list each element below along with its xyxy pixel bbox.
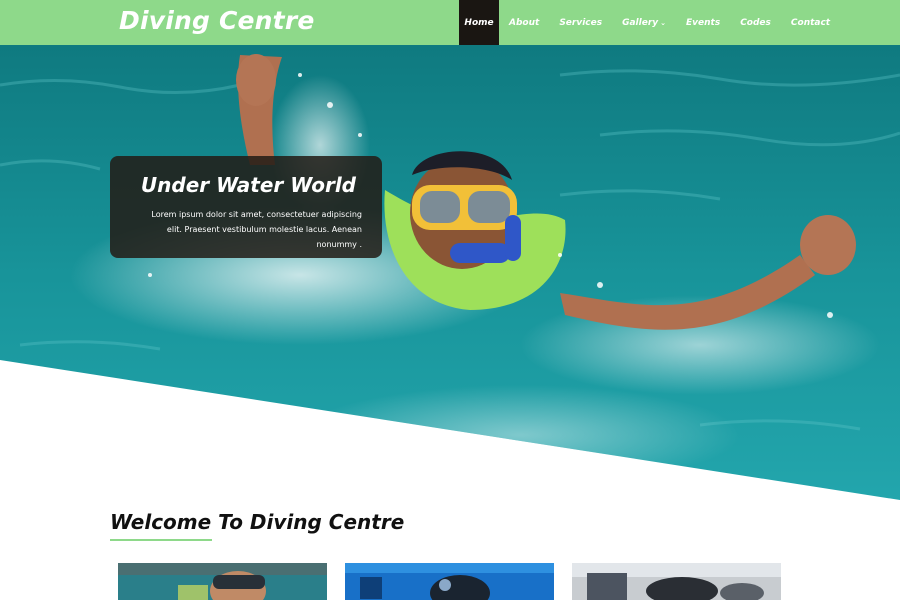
nav-item-label: Services — [559, 17, 603, 28]
thumbnail-diver-mask[interactable] — [118, 563, 327, 600]
nav-item-about[interactable]: About — [499, 0, 549, 45]
nav-item-label: Codes — [740, 17, 771, 28]
heading-underline — [110, 539, 212, 541]
nav-item-services[interactable]: Services — [549, 0, 612, 45]
nav-item-label: Home — [464, 17, 494, 28]
hero-caption-title: Under Water World — [140, 173, 356, 197]
thumbnail-image — [345, 563, 554, 600]
nav-item-codes[interactable]: Codes — [730, 0, 781, 45]
nav-item-contact[interactable]: Contact — [781, 0, 840, 45]
chevron-down-icon: ⌄ — [660, 18, 667, 27]
site-logo-title[interactable]: Diving Centre — [119, 4, 315, 38]
hero-image — [0, 45, 900, 500]
hero-banner — [0, 45, 900, 505]
nav-item-label: About — [509, 17, 540, 28]
nav-item-home[interactable]: Home — [459, 0, 499, 45]
hero-caption: Under Water World Lorem ipsum dolor sit … — [110, 156, 382, 258]
nav-item-gallery[interactable]: Gallery ⌄ — [612, 0, 676, 45]
welcome-heading: Welcome To Diving Centre — [110, 510, 405, 534]
thumbnail-diving-gear[interactable] — [572, 563, 781, 600]
page: Diving Centre Home About Services Galler… — [0, 0, 900, 600]
nav-item-label: Events — [686, 17, 721, 28]
main-nav: Home About Services Gallery ⌄ Events Cod… — [459, 0, 840, 45]
hero-caption-text: Lorem ipsum dolor sit amet, consectetuer… — [151, 210, 362, 249]
thumbnail-scuba-diver[interactable] — [345, 563, 554, 600]
nav-item-label: Gallery — [622, 17, 659, 28]
thumbnail-image — [118, 563, 327, 600]
site-header: Diving Centre Home About Services Galler… — [0, 0, 900, 45]
thumbnail-image — [572, 563, 781, 600]
nav-item-label: Contact — [790, 17, 831, 28]
nav-item-events[interactable]: Events — [676, 0, 730, 45]
